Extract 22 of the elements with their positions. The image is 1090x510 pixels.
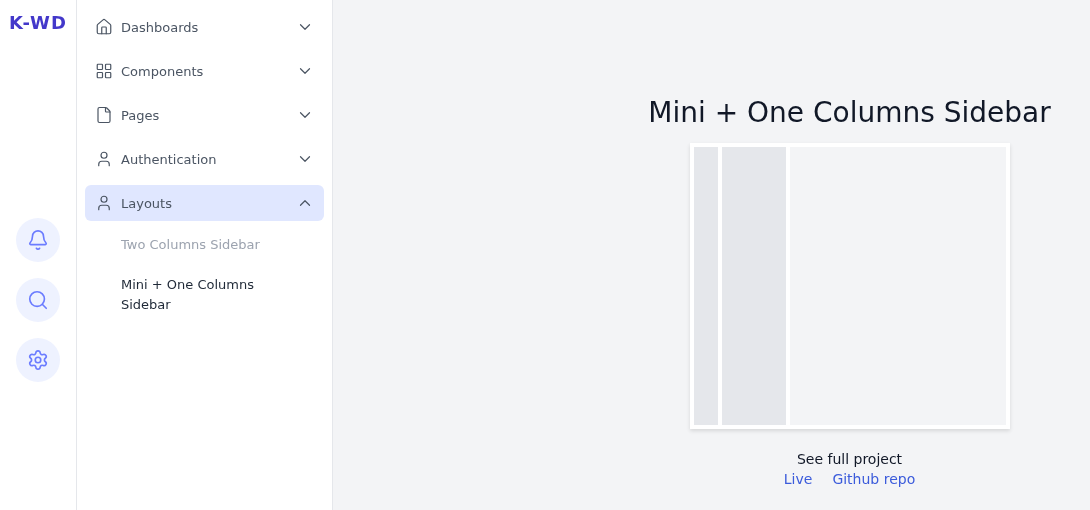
grid-icon <box>95 62 113 80</box>
sidebar-item[interactable]: Components <box>85 53 324 89</box>
submenu-link[interactable]: Mini + One Columns Sidebar <box>121 269 264 321</box>
logo: K-WD <box>9 12 67 33</box>
page-title: Mini + One Columns Sidebar <box>648 96 1051 129</box>
sidebar-item[interactable]: Dashboards <box>85 9 324 45</box>
house-icon <box>95 18 113 36</box>
sidebar-item[interactable]: Pages <box>85 97 324 133</box>
sidebar-item[interactable]: Layouts <box>85 185 324 221</box>
file-icon <box>95 106 113 124</box>
project-link[interactable]: Github repo <box>832 471 916 487</box>
search-button[interactable] <box>16 278 60 322</box>
user-icon <box>95 150 113 168</box>
caption: See full project <box>796 451 903 467</box>
bell-icon <box>27 229 49 251</box>
project-link[interactable]: Live <box>783 471 813 487</box>
search-icon <box>27 289 49 311</box>
bell-button[interactable] <box>16 218 60 262</box>
user-icon <box>95 194 113 212</box>
sidebar-item[interactable]: Authentication <box>85 141 324 177</box>
settings-button[interactable] <box>16 338 60 382</box>
gear-icon <box>27 349 49 371</box>
